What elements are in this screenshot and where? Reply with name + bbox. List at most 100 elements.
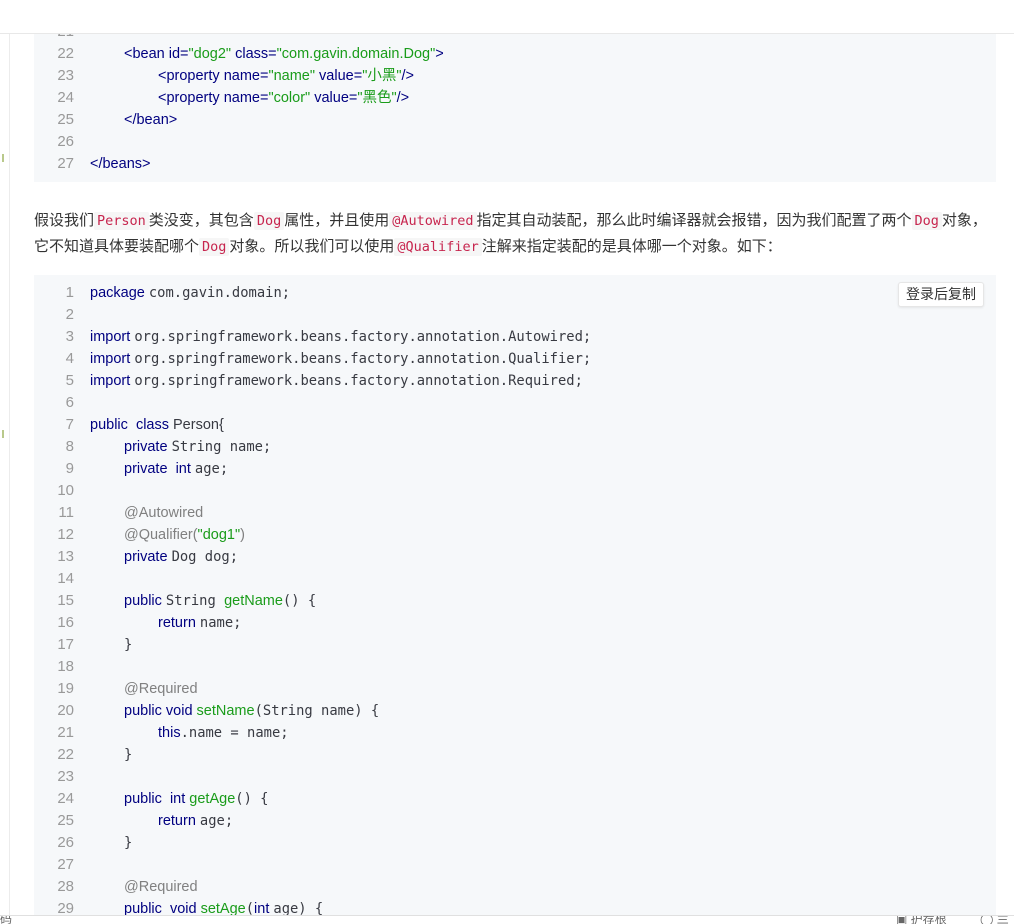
line-number: 23 [57,67,74,84]
code-line: 13 private Dog dog; [34,546,996,568]
code-text: public void setName(String name) { [124,700,379,722]
line-number: 24 [57,89,74,106]
code-token: name; [199,615,242,631]
code-line: 15 public String getName() { [34,590,996,612]
code-line: 22 <bean id="dog2" class="com.gavin.domai… [34,43,996,65]
line-number: 10 [57,482,74,499]
line-number: 25 [57,812,74,829]
paragraph-text: 注解来指定装配的是具体哪一个对象。如下： [481,238,782,255]
line-number: 27 [57,856,74,873]
code-text: return name; [158,612,241,634]
bottom-fragment: ▣ 护荐根 [896,915,947,924]
code-text: public int getAge() { [124,788,269,810]
line-number: 11 [58,504,74,521]
code-token: org.springframework.beans.factory.annota… [134,351,592,367]
code-token: value= [310,90,358,106]
code-line: 23 [34,766,996,788]
code-token: setName [196,703,255,719]
code-token: "color" [268,90,311,106]
code-text: private String name; [124,436,271,458]
code-line: 12 @Qualifier("dog1") [34,524,996,546]
code-token: getAge [189,791,236,807]
code-line: 16 return name; [34,612,996,634]
code-token: public class [90,417,174,433]
code-line: 21 this.name = name; [34,722,996,744]
code-token: } [124,747,133,763]
code-token: </bean> [124,112,178,128]
code-line: 20 public void setName(String name) { [34,700,996,722]
code-token: } [124,637,133,653]
article-paragraph: 假设我们 Person 类没变，其包含 Dog 属性，并且使用 @Autowired 指定其… [34,208,996,260]
code-token: String name; [171,439,272,455]
copy-after-login-button[interactable]: 登录后复制 [898,282,984,307]
code-text: return age; [158,810,233,832]
code-line: 17} [34,634,996,656]
code-text: } [124,744,132,766]
code-token: "小黑" [362,68,402,84]
code-line: 5 import org.springframework.beans.factor… [34,370,996,392]
code-token: name= [223,90,269,106]
code-token: value= [315,68,363,84]
line-number: 21 [34,34,74,43]
line-number: 12 [57,526,74,543]
line-number: 7 [65,416,74,433]
code-text: @Required [124,678,198,700]
code-line: 1 package com.gavin.domain; [34,282,996,304]
code-line: 18 [34,656,996,678]
line-number: 20 [57,702,74,719]
paragraph-text: 属性，并且使用 [284,212,390,229]
code-line: 3 import org.springframework.beans.factor… [34,326,996,348]
code-token: public void [124,703,197,719]
code-text: public class Person{ [90,414,224,436]
line-number: 27 [57,155,74,172]
code-text: </beans> [90,153,150,175]
paragraph-text: 类没变，其包含 [148,212,254,229]
code-text: private Dog dog; [124,546,238,568]
code-text: import org.springframework.beans.factory… [90,326,591,348]
code-token: org.springframework.beans.factory.annota… [134,329,592,345]
code-token: } [124,835,133,851]
code-line: 4 import org.springframework.beans.factor… [34,348,996,370]
inline-code: @Autowired [389,212,477,230]
line-number: 18 [57,658,74,675]
code-line: 26} [34,832,996,854]
code-token: import [90,373,135,389]
code-line: 24 public int getAge() { [34,788,996,810]
code-line: 25 </bean> [34,109,996,131]
inline-code: Person [94,212,149,230]
code-token: <bean [124,46,169,62]
code-text: } [124,832,132,854]
code-token: () { [235,791,269,807]
code-line: 2 [34,304,996,326]
code-token: @Required [124,879,198,895]
line-number: 14 [57,570,74,587]
code-token: "黑色" [357,90,397,106]
code-token: "name" [268,68,316,84]
line-number: 25 [57,111,74,128]
inline-code: @Qualifier [394,238,482,256]
code-line: 8 private String name; [34,436,996,458]
line-number: 19 [57,680,74,697]
inline-code: Dog [199,238,230,256]
code-token: return [158,615,200,631]
code-text: <bean id="dog2" class="com.gavin.domain.… [124,43,444,65]
code-token: private int [124,461,195,477]
line-number: 16 [57,614,74,631]
paragraph-text: 指定其自动装配，那么此时编译器就会报错，因为我们配置了两个 [476,212,912,229]
code-token: Person{ [173,417,224,433]
code-token: return [158,813,200,829]
code-text: this.name = name; [158,722,289,744]
code-text: package com.gavin.domain; [90,282,290,304]
code-token: private [124,549,172,565]
code-text: <property name="name" value="小黑"/> [158,65,414,87]
code-token: age; [194,461,229,477]
code-token: class= [231,46,277,62]
code-text: @Required [124,876,198,898]
code-line: 27 [34,854,996,876]
bottom-fragment: ◯ 兰 [980,915,1009,924]
line-number: 8 [65,438,74,455]
code-token: id= [168,46,189,62]
code-token: import [90,329,135,345]
code-line: 24 <property name="color" value="黑色"/> [34,87,996,109]
line-number: 22 [57,746,74,763]
